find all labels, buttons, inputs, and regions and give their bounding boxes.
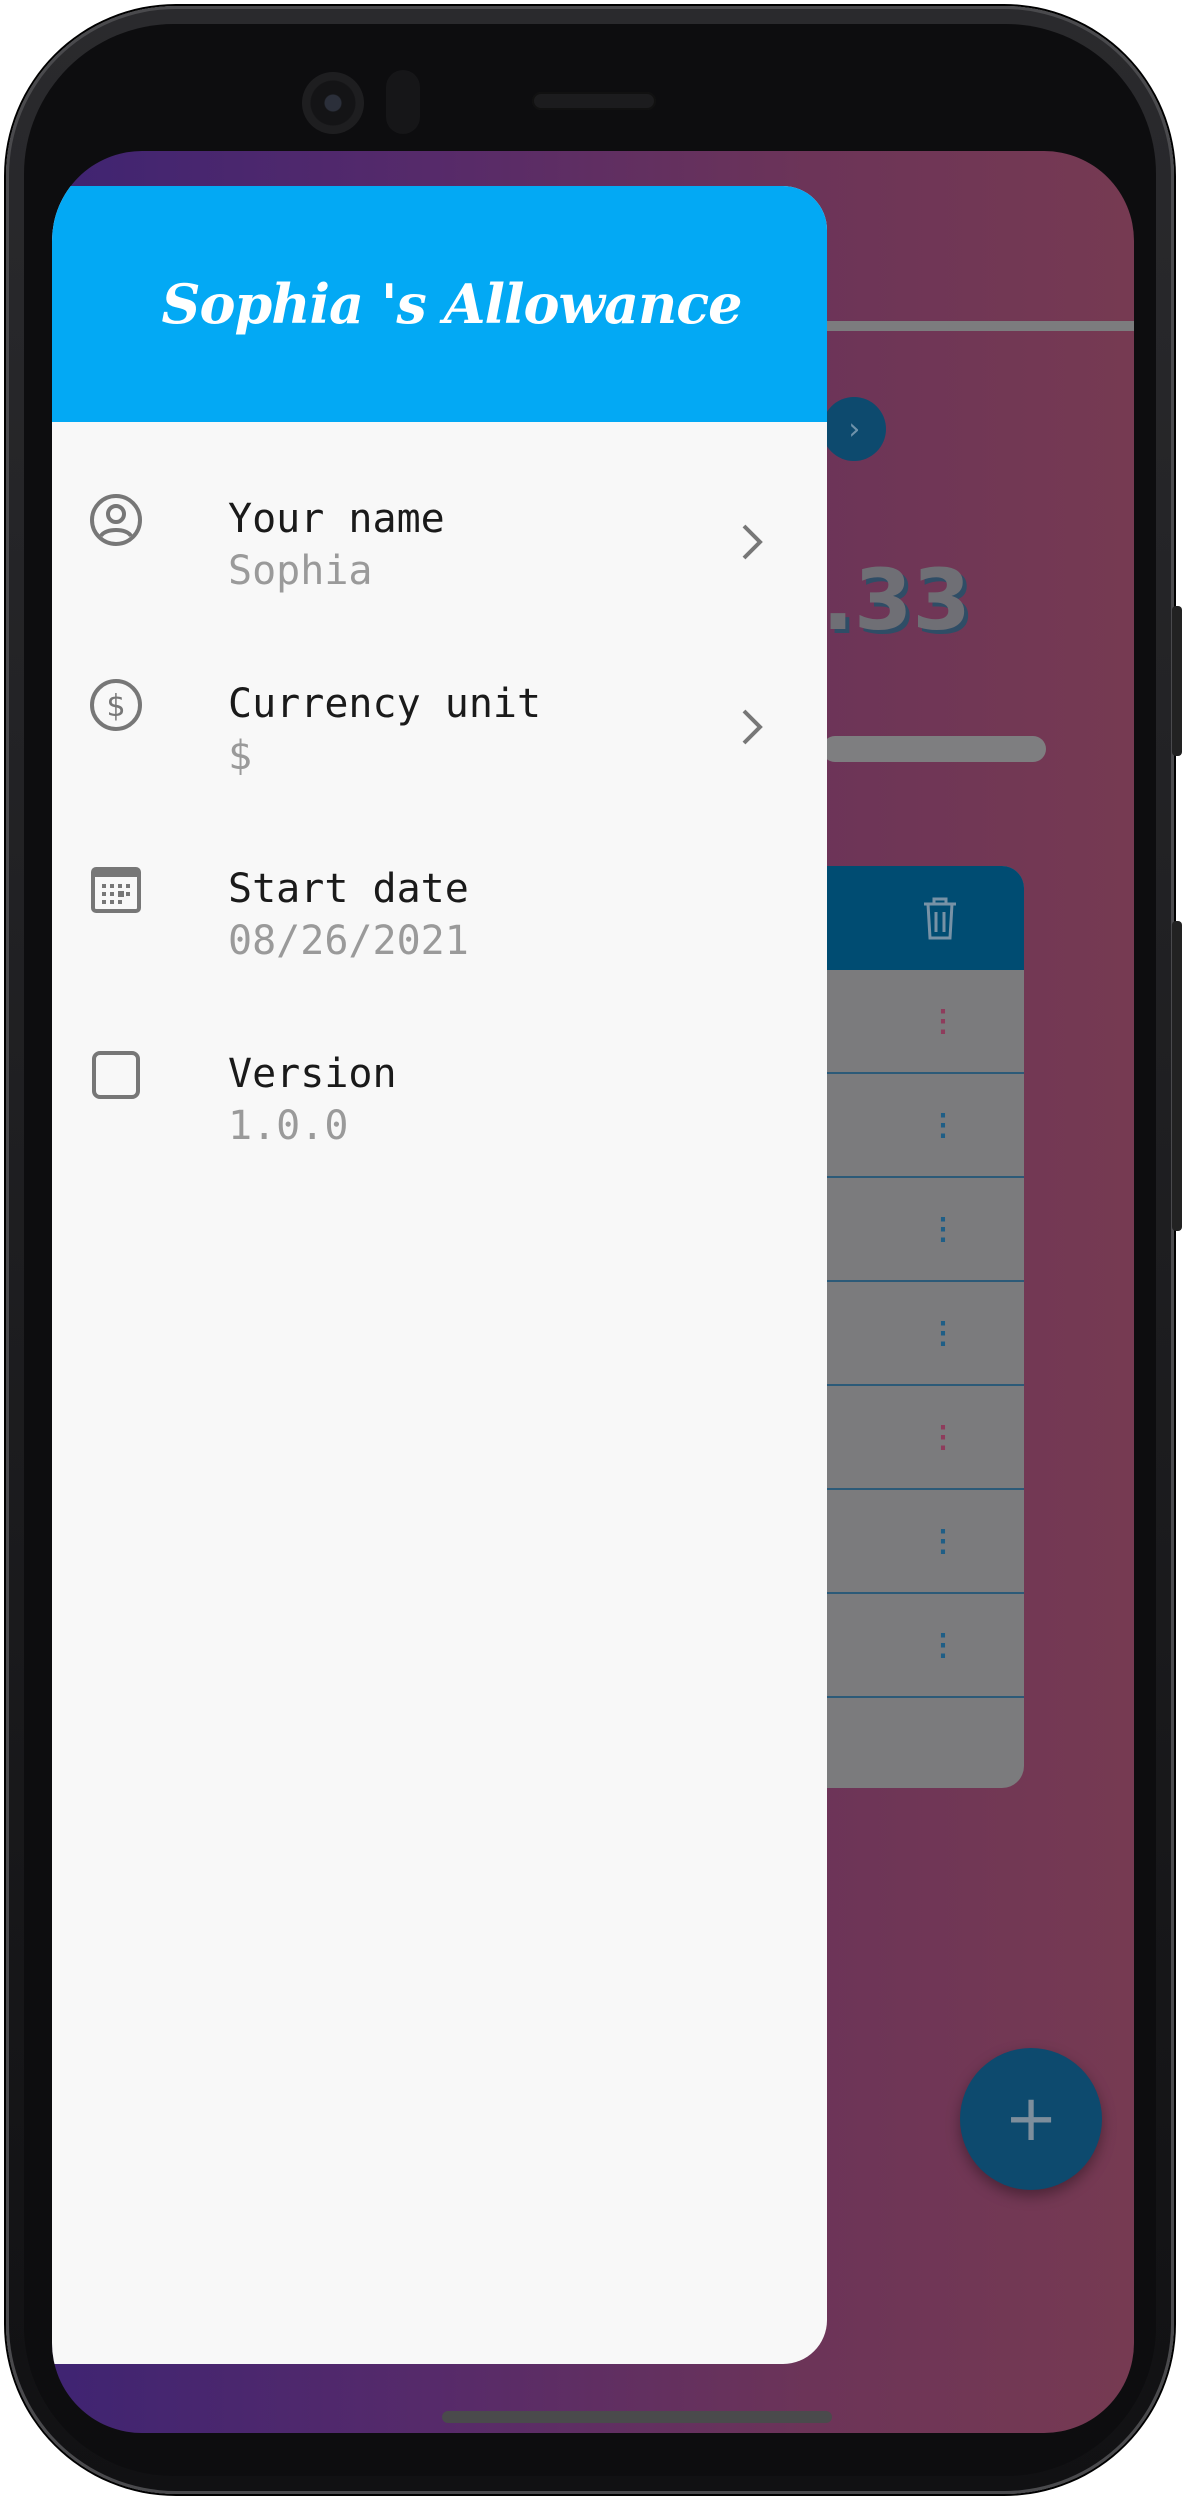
- menu-item-version[interactable]: Version 1.0.0: [52, 1027, 827, 1177]
- menu-item-currency-unit[interactable]: $ Currency unit $: [52, 657, 827, 807]
- account-circle-icon: [90, 494, 142, 546]
- menu-item-label: Currency unit: [228, 681, 542, 727]
- menu-item-start-date[interactable]: Start date 08/26/2021: [52, 842, 827, 992]
- background-next-button: ›: [822, 397, 886, 461]
- dollar-circle-icon: $: [90, 679, 142, 731]
- menu-item-value: 1.0.0: [228, 1103, 349, 1149]
- menu-item-label: Your name: [228, 496, 445, 542]
- background-balance-amount: .33: [822, 551, 971, 649]
- menu-item-value: 08/26/2021: [228, 918, 469, 964]
- menu-item-your-name[interactable]: Your name Sophia: [52, 472, 827, 622]
- background-table-row: ⋮: [822, 1386, 1024, 1490]
- svg-text:$: $: [106, 689, 125, 724]
- menu-item-label: Version: [228, 1051, 397, 1097]
- power-button: [1172, 606, 1182, 756]
- add-fab-button[interactable]: +: [960, 2048, 1102, 2190]
- menu-item-value: Sophia: [228, 548, 373, 594]
- background-table-row: ⋮: [822, 1490, 1024, 1594]
- phone-frame: › .33 ⋮ ⋮ ⋮ ⋮ ⋮ ⋮ ⋮ + Sophia 's Allowanc…: [6, 6, 1182, 2494]
- background-divider: [822, 321, 1134, 331]
- background-table-row: ⋮: [822, 1178, 1024, 1282]
- background-table-header: [822, 866, 1024, 970]
- earpiece-speaker: [532, 92, 656, 110]
- background-table-row: ⋮: [822, 970, 1024, 1074]
- app-screen: › .33 ⋮ ⋮ ⋮ ⋮ ⋮ ⋮ ⋮ + Sophia 's Allowanc…: [52, 151, 1134, 2433]
- chevron-right-icon: [742, 709, 763, 745]
- background-transactions-table: ⋮ ⋮ ⋮ ⋮ ⋮ ⋮ ⋮: [822, 866, 1024, 1788]
- camera-lens-icon: [302, 72, 364, 134]
- gesture-home-bar[interactable]: [442, 2411, 832, 2423]
- menu-item-label: Start date: [228, 866, 469, 912]
- trash-icon: [924, 897, 956, 940]
- settings-drawer: Sophia 's Allowance Your name Sophia $ C…: [52, 186, 827, 2364]
- chevron-right-icon: [742, 524, 763, 560]
- background-table-row: ⋮: [822, 1074, 1024, 1178]
- drawer-header: Sophia 's Allowance: [52, 186, 827, 422]
- background-table-row: ⋮: [822, 1282, 1024, 1386]
- drawer-title: Sophia 's Allowance: [161, 272, 743, 336]
- calendar-icon: [91, 867, 141, 913]
- volume-button: [1172, 921, 1182, 1231]
- square-outline-icon: [92, 1051, 140, 1099]
- background-table-row: ⋮: [822, 1594, 1024, 1698]
- menu-item-value: $: [228, 733, 253, 779]
- background-progress-bar: [822, 736, 1046, 762]
- sensor-icon: [386, 70, 420, 134]
